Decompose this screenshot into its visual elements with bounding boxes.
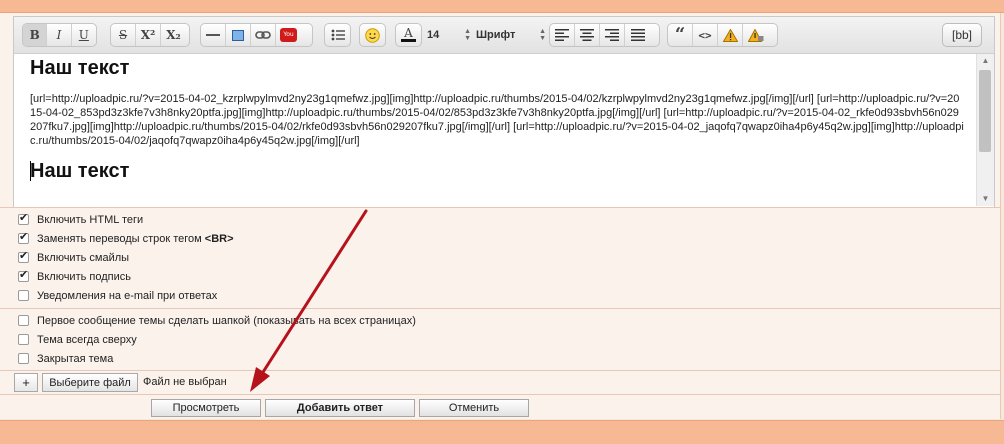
font-color-button[interactable]: A <box>396 24 421 46</box>
insert-image-button[interactable] <box>226 24 251 46</box>
option-label: Закрытая тема <box>37 352 114 365</box>
align-group <box>549 23 660 47</box>
sticky-topic-checkbox[interactable] <box>18 334 29 345</box>
text-caret <box>30 161 31 181</box>
option-row: Закрытая тема <box>0 349 1000 368</box>
html-tags-checkbox[interactable] <box>18 211 29 225</box>
font-color-group: A <box>395 23 422 47</box>
code-button[interactable]: <> <box>693 24 718 46</box>
superscript-button[interactable]: X² <box>136 24 161 46</box>
bold-button[interactable]: B <box>23 24 48 46</box>
line-break-checkbox[interactable] <box>18 230 29 244</box>
font-color-icon: A <box>401 27 416 42</box>
align-justify-button[interactable] <box>625 24 650 46</box>
option-row: Включить смайлы <box>0 248 1000 267</box>
font-family-select[interactable]: Шрифт ▲ ▼ <box>476 23 546 47</box>
align-center-icon <box>580 29 594 41</box>
list-button[interactable] <box>325 24 350 46</box>
form-actions: Просмотреть Добавить ответ Отменить <box>0 397 1000 419</box>
underline-button[interactable]: U <box>72 24 96 46</box>
list-group <box>324 23 351 47</box>
align-right-button[interactable] <box>600 24 625 46</box>
option-label: Тема всегда сверху <box>37 333 137 346</box>
scroll-down-icon[interactable]: ▼ <box>977 192 994 206</box>
pin-first-post-checkbox[interactable] <box>18 315 29 326</box>
editor-scrollbar[interactable]: ▲ ▼ <box>976 54 994 206</box>
italic-button[interactable]: I <box>47 24 72 46</box>
option-row: Уведомления на e-mail при ответах <box>0 286 1000 305</box>
option-row: Заменять переводы строк тегом <BR> <box>0 229 1000 248</box>
option-row: Включить подпись <box>0 267 1000 286</box>
strike-button[interactable]: S <box>111 24 136 46</box>
option-label: Включить HTML теги <box>37 213 144 226</box>
script-group: S X² X₂ <box>110 23 190 47</box>
spinner-icon: ▲ ▼ <box>539 28 546 42</box>
bbcode-editor: B I U S X² X₂ You A 14 ▲ ▼ Шрифт ▲ ▼ “ <… <box>13 16 995 208</box>
spoiler-button[interactable] <box>718 24 743 46</box>
file-attach-bar: + Выберите файл Файл не выбран <box>0 373 1000 393</box>
align-left-button[interactable] <box>550 24 575 46</box>
bottom-band <box>0 420 1004 444</box>
preview-button[interactable]: Просмотреть <box>151 399 261 417</box>
divider <box>0 370 1000 371</box>
subscript-button[interactable]: X₂ <box>161 24 186 46</box>
divider <box>0 394 1000 395</box>
bbcode-text: [url=http://uploadpic.ru/?v=2015-04-02_k… <box>30 93 964 147</box>
scroll-up-icon[interactable]: ▲ <box>977 54 994 68</box>
scroll-thumb[interactable] <box>979 70 991 152</box>
add-file-button[interactable]: + <box>14 373 38 392</box>
option-label: Первое сообщение темы сделать шапкой (по… <box>37 314 416 327</box>
insert-group: You <box>200 23 313 47</box>
smiles-group <box>359 23 386 47</box>
smiley-icon <box>365 27 380 43</box>
option-row: Тема всегда сверху <box>0 330 1000 349</box>
font-size-select[interactable]: 14 ▲ ▼ <box>427 23 471 47</box>
quote-button[interactable]: “ <box>668 24 693 46</box>
image-icon <box>232 29 244 41</box>
spinner-icon: ▲ ▼ <box>464 28 471 42</box>
bb-mode-button[interactable]: [bb] <box>942 23 982 47</box>
bullet-list-icon <box>331 29 345 41</box>
block-group: “ <> <box>667 23 778 47</box>
horizontal-rule-button[interactable] <box>201 24 226 46</box>
align-justify-icon <box>630 29 645 41</box>
option-label: Включить подпись <box>37 270 131 283</box>
insert-link-button[interactable] <box>251 24 276 46</box>
option-label: Уведомления на e-mail при ответах <box>37 289 218 302</box>
choose-file-button[interactable]: Выберите файл <box>42 373 138 392</box>
signature-checkbox[interactable] <box>18 268 29 282</box>
warning-icon <box>722 28 738 42</box>
option-label: Заменять переводы строк тегом <BR> <box>37 232 234 245</box>
reply-form: B I U S X² X₂ You A 14 ▲ ▼ Шрифт ▲ ▼ “ <… <box>0 13 1001 419</box>
hr-icon <box>206 34 220 36</box>
option-row: Первое сообщение темы сделать шапкой (по… <box>0 311 1000 330</box>
youtube-icon: You <box>280 28 297 42</box>
editor-text-area[interactable]: Наш текст [url=http://uploadpic.ru/?v=20… <box>30 57 975 203</box>
youtube-button[interactable]: You <box>276 24 301 46</box>
text-heading: Наш текст <box>30 57 130 79</box>
top-band <box>0 0 1004 13</box>
file-status: Файл не выбран <box>143 376 227 388</box>
code-icon: <> <box>698 28 712 42</box>
quote-icon: “ <box>674 24 686 45</box>
option-label: Включить смайлы <box>37 251 130 264</box>
closed-topic-checkbox[interactable] <box>18 353 29 364</box>
email-notify-checkbox[interactable] <box>18 290 29 301</box>
editor-toolbar: B I U S X² X₂ You A 14 ▲ ▼ Шрифт ▲ ▼ “ <… <box>14 17 994 54</box>
warning-lock-icon <box>747 28 763 42</box>
link-icon <box>255 31 271 39</box>
align-right-icon <box>605 29 619 41</box>
divider <box>0 308 1000 309</box>
smiles-button[interactable] <box>360 24 385 46</box>
cancel-button[interactable]: Отменить <box>419 399 529 417</box>
align-left-icon <box>555 29 569 41</box>
align-center-button[interactable] <box>575 24 600 46</box>
text-style-group: B I U <box>22 23 97 47</box>
submit-reply-button[interactable]: Добавить ответ <box>265 399 415 417</box>
smiles-checkbox[interactable] <box>18 249 29 263</box>
option-row: Включить HTML теги <box>0 210 1000 229</box>
hide-button[interactable] <box>743 24 768 46</box>
text-heading-second: Наш текст <box>30 160 130 182</box>
divider <box>0 207 1000 208</box>
